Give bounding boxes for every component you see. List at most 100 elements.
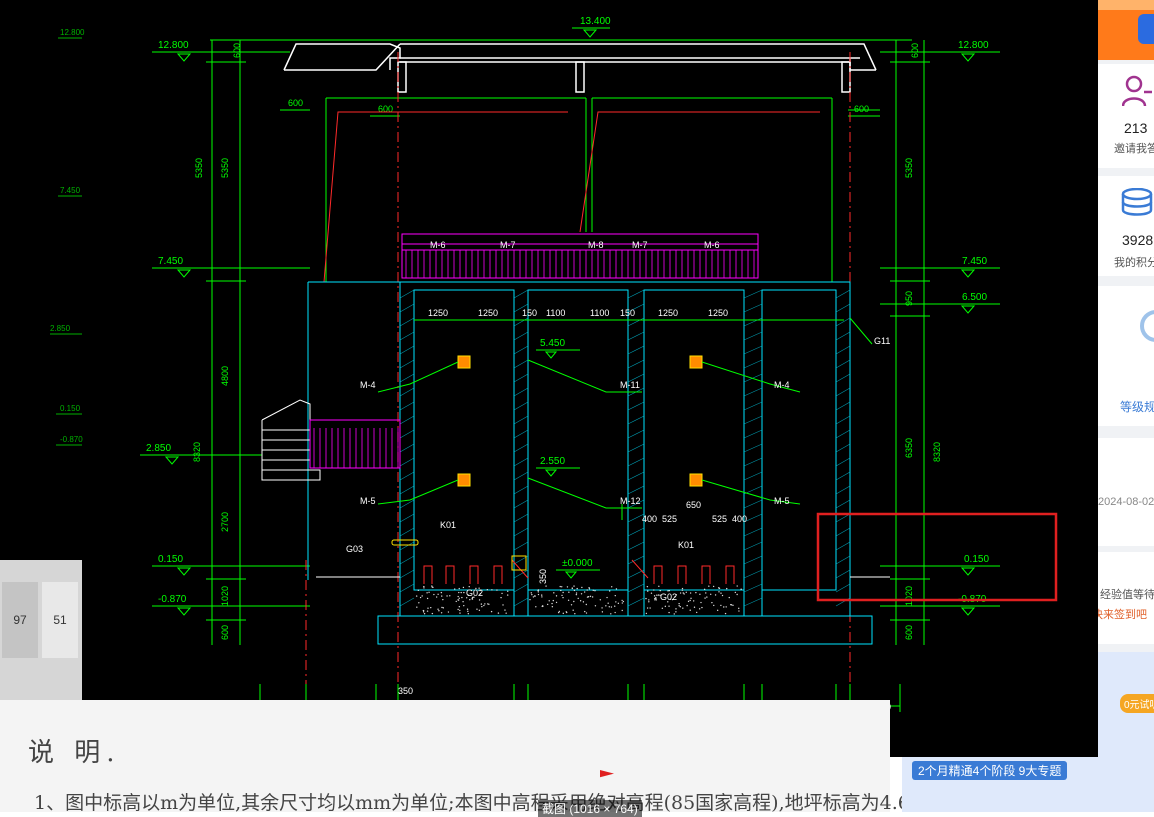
- gravel-dot: [440, 591, 443, 594]
- gravel-dot: [614, 594, 616, 597]
- gravel-dot: [653, 589, 655, 591]
- gravel-dot: [608, 606, 611, 608]
- faint-elev-2: 2.850: [50, 324, 71, 333]
- gravel-dot: [585, 612, 588, 614]
- gravel-dot: [561, 586, 563, 588]
- level-rule-link[interactable]: 等级规则: [1120, 398, 1154, 415]
- hatch-line: [743, 317, 763, 327]
- gravel-dot: [431, 612, 434, 615]
- right-vdim-3: 6350: [904, 438, 914, 458]
- hatch-line: [513, 569, 529, 579]
- gravel-dot: [673, 613, 675, 615]
- gravel-dot: [506, 594, 509, 596]
- hatch-line: [835, 289, 851, 299]
- label-g02-a: G02: [466, 588, 483, 598]
- gravel-dot: [571, 587, 574, 590]
- gravel-dot: [459, 612, 461, 614]
- hatch-line: [513, 499, 529, 509]
- gravel-dot: [601, 607, 603, 609]
- gravel-dot: [447, 611, 450, 613]
- label-left-1: M-5: [360, 496, 376, 506]
- hatch-line: [399, 331, 415, 341]
- hatch-line: [513, 583, 529, 593]
- hatch-line: [835, 443, 851, 453]
- gravel-dot: [570, 604, 573, 606]
- gravel-dot: [690, 597, 692, 600]
- gravel-dot: [621, 599, 623, 602]
- left-vdim-1: 5350: [220, 158, 230, 178]
- hatch-line: [627, 583, 645, 593]
- hatch-line: [399, 429, 415, 439]
- gravel-dot: [426, 592, 428, 594]
- hatch-line: [743, 541, 763, 551]
- thumb-cell-2: 51: [42, 582, 78, 658]
- gravel-dot: [500, 596, 502, 599]
- hatch-line: [399, 317, 415, 327]
- hatch-line: [835, 415, 851, 425]
- hatch-line: [743, 289, 763, 299]
- gravel-dot: [645, 612, 648, 615]
- gravel-dot: [621, 609, 623, 612]
- left-railing: [309, 419, 401, 469]
- gravel-dot: [689, 592, 692, 594]
- hatch-line: [513, 513, 529, 523]
- hatch-line: [399, 359, 415, 369]
- span-dim-5: 150: [620, 308, 635, 318]
- label-g03: G03: [346, 544, 363, 554]
- gravel-dot: [484, 603, 486, 605]
- gravel-dot: [487, 603, 489, 605]
- hatch-line: [743, 443, 763, 453]
- gravel-dot: [505, 612, 507, 614]
- gravel-dot: [469, 598, 471, 601]
- invite-card[interactable]: 213 邀请我答: [1098, 64, 1154, 168]
- gravel-dot: [561, 594, 563, 597]
- right-vdim-6: 8320: [932, 442, 942, 462]
- gravel-dot: [573, 600, 575, 603]
- gravel-dot: [545, 585, 547, 587]
- page-thumbnail[interactable]: 97 51: [0, 560, 82, 708]
- gravel-dot: [557, 611, 560, 614]
- gravel-dot: [502, 604, 504, 606]
- hatch-line: [513, 471, 529, 481]
- hatch-line: [743, 415, 763, 425]
- left-elev-4: -0.870: [158, 594, 187, 605]
- gravel-dot: [738, 610, 740, 612]
- gravel-dot: [537, 591, 539, 593]
- hatch-line: [627, 443, 645, 453]
- gravel-dot: [535, 606, 537, 608]
- gravel-dot: [708, 585, 710, 587]
- gravel-dot: [541, 596, 543, 598]
- gravel-dot: [686, 604, 688, 607]
- gravel-dot: [574, 613, 576, 615]
- gravel-dot: [430, 606, 432, 609]
- gravel-dot: [431, 585, 433, 587]
- gravel-dot: [734, 591, 737, 594]
- exp-text: 经验值等待: [1100, 589, 1154, 601]
- inner-elev-0: 5.450: [540, 338, 565, 349]
- gravel-dot: [580, 593, 583, 595]
- label-left-0: M-4: [360, 380, 376, 390]
- hatch-line: [743, 345, 763, 355]
- gravel-dot: [427, 607, 429, 609]
- exp-card[interactable]: 经验值等待 快来签到吧: [1098, 552, 1154, 644]
- gravel-dot: [648, 601, 650, 603]
- faint-elev-3: 0.150: [60, 404, 81, 413]
- hatch-line: [399, 345, 415, 355]
- gravel-dot: [435, 596, 438, 598]
- top-banner[interactable]: [1098, 0, 1154, 60]
- gravel-dot: [685, 591, 687, 593]
- gravel-dot: [551, 602, 553, 605]
- gear-badge-icon: [1140, 310, 1154, 342]
- gravel-dot: [705, 592, 707, 594]
- invite-count: 213: [1124, 120, 1148, 136]
- gravel-dot: [689, 609, 691, 611]
- gravel-dot: [656, 594, 658, 596]
- cad-drawing-window: 12.800 7.450 2.850 0.150 -0.870 13.400 1…: [0, 0, 1098, 757]
- right-elevation-markers: [880, 51, 1000, 616]
- gravel-dot: [740, 588, 742, 590]
- hatch-line: [627, 401, 645, 411]
- points-card[interactable]: 3928 我的积分: [1098, 176, 1154, 276]
- promo-strip[interactable]: 2个月精通4个阶段 9大专题: [902, 757, 1154, 812]
- gravel-dot: [530, 592, 532, 594]
- gravel-dot: [701, 606, 703, 609]
